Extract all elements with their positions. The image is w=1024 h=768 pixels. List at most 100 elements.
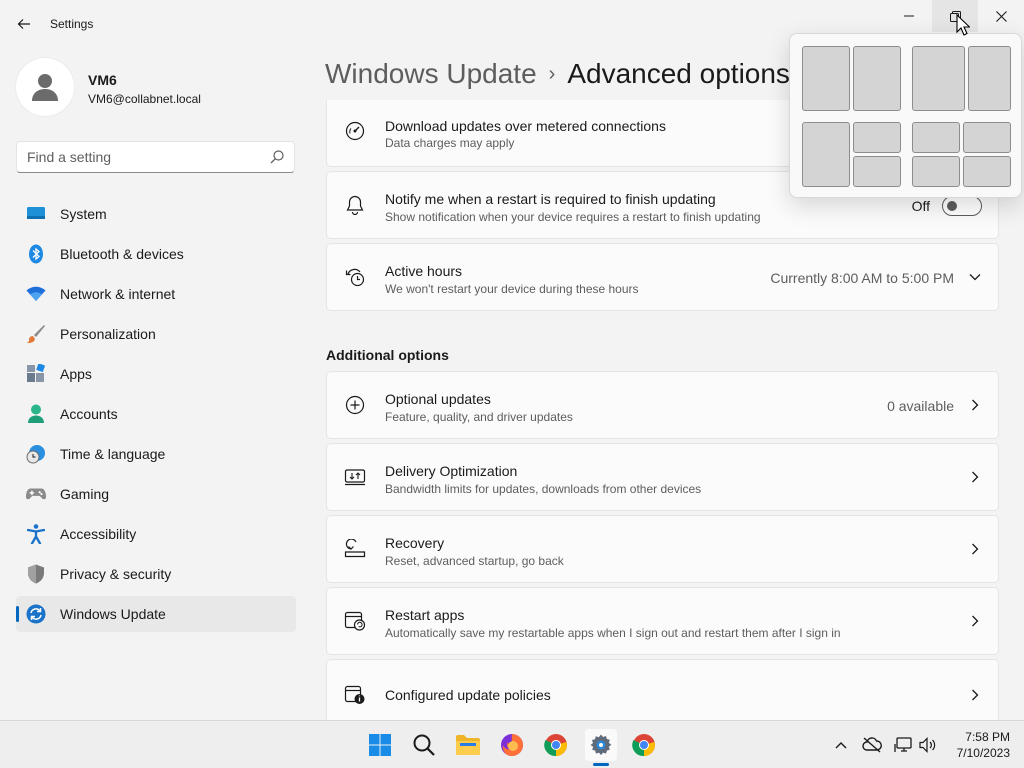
plus-circle-icon bbox=[344, 394, 366, 416]
card-title: Download updates over metered connection… bbox=[385, 118, 666, 134]
back-button[interactable] bbox=[10, 10, 38, 38]
snap-zone[interactable] bbox=[853, 122, 901, 153]
section-title-additional-options: Additional options bbox=[326, 347, 449, 363]
search-icon bbox=[413, 734, 435, 756]
optional-updates-item[interactable]: Optional updates Feature, quality, and d… bbox=[326, 371, 999, 439]
search-box[interactable] bbox=[16, 141, 295, 173]
sidebar-item-label: System bbox=[60, 206, 107, 222]
restart-apps-item[interactable]: Restart apps Automatically save my resta… bbox=[326, 587, 999, 655]
bluetooth-icon bbox=[26, 244, 46, 264]
close-icon bbox=[995, 10, 1007, 22]
firefox-button[interactable] bbox=[496, 729, 528, 761]
sidebar-item-accounts[interactable]: Accounts bbox=[16, 396, 296, 432]
configured-update-policies-item[interactable]: Configured update policies bbox=[326, 659, 999, 720]
toggle-knob bbox=[947, 201, 957, 211]
policy-info-icon bbox=[344, 684, 366, 706]
snap-zone[interactable] bbox=[912, 46, 965, 111]
card-title: Restart apps bbox=[385, 607, 465, 623]
delivery-optimization-item[interactable]: Delivery Optimization Bandwidth limits f… bbox=[326, 443, 999, 511]
taskbar: 7:58 PM 7/10/2023 bbox=[0, 720, 1024, 768]
snap-zone[interactable] bbox=[802, 122, 850, 187]
active-hours-setting[interactable]: Active hours We won't restart your devic… bbox=[326, 243, 999, 311]
tray-overflow-button[interactable] bbox=[831, 735, 851, 755]
chevron-right-icon bbox=[966, 612, 984, 630]
clock-date: 7/10/2023 bbox=[956, 746, 1010, 760]
gamepad-icon bbox=[26, 484, 46, 504]
card-title: Recovery bbox=[385, 535, 445, 551]
restart-notify-toggle[interactable] bbox=[942, 196, 982, 216]
sidebar-item-label: Privacy & security bbox=[60, 566, 172, 582]
snap-zone[interactable] bbox=[912, 122, 960, 153]
accessibility-icon bbox=[26, 524, 46, 544]
snap-layout-halves bbox=[802, 46, 901, 111]
active-app-indicator bbox=[593, 763, 609, 766]
snap-zone[interactable] bbox=[853, 156, 901, 187]
minimize-icon bbox=[904, 15, 914, 17]
update-icon bbox=[26, 604, 46, 624]
profile-name: VM6 bbox=[88, 72, 117, 88]
snap-zone[interactable] bbox=[963, 156, 1011, 187]
snap-zone[interactable] bbox=[963, 122, 1011, 153]
apps-icon bbox=[26, 364, 46, 384]
system-icon bbox=[26, 204, 46, 224]
sidebar-item-personalization[interactable]: Personalization bbox=[16, 316, 296, 352]
network-tray-button[interactable] bbox=[894, 735, 914, 755]
sidebar-item-privacy[interactable]: Privacy & security bbox=[16, 556, 296, 592]
restart-apps-icon bbox=[344, 610, 366, 632]
sidebar-item-label: Accessibility bbox=[60, 526, 137, 542]
taskbar-clock[interactable]: 7:58 PM 7/10/2023 bbox=[957, 729, 1010, 761]
sidebar-item-windows-update[interactable]: Windows Update bbox=[16, 596, 296, 632]
snap-zone[interactable] bbox=[802, 46, 850, 111]
snap-zone[interactable] bbox=[912, 156, 960, 187]
gauge-icon bbox=[344, 120, 366, 142]
sidebar-item-label: Windows Update bbox=[60, 606, 166, 622]
active-hours-icon bbox=[344, 266, 366, 288]
sidebar-item-apps[interactable]: Apps bbox=[16, 356, 296, 392]
card-subtitle: Data charges may apply bbox=[385, 136, 515, 150]
card-title: Delivery Optimization bbox=[385, 463, 518, 479]
shield-icon bbox=[26, 564, 46, 584]
sidebar-item-accessibility[interactable]: Accessibility bbox=[16, 516, 296, 552]
breadcrumb-windows-update[interactable]: Windows Update bbox=[325, 58, 537, 89]
chrome-button-2[interactable] bbox=[628, 729, 660, 761]
card-subtitle: Show notification when your device requi… bbox=[385, 210, 761, 224]
volume-tray-button[interactable] bbox=[918, 735, 938, 755]
sidebar-item-network[interactable]: Network & internet bbox=[16, 276, 296, 312]
chrome-icon bbox=[632, 734, 655, 757]
card-title: Notify me when a restart is required to … bbox=[385, 191, 716, 207]
snap-layout-two-thirds bbox=[912, 46, 1011, 111]
recovery-item[interactable]: Recovery Reset, advanced startup, go bac… bbox=[326, 515, 999, 583]
sidebar-item-time-language[interactable]: Time & language bbox=[16, 436, 296, 472]
snap-zone[interactable] bbox=[968, 46, 1011, 111]
sidebar-item-system[interactable]: System bbox=[16, 196, 296, 232]
snap-layouts-flyout bbox=[789, 33, 1022, 198]
snap-layout-main-plus-two bbox=[802, 122, 901, 187]
sidebar-item-bluetooth[interactable]: Bluetooth & devices bbox=[16, 236, 296, 272]
settings-taskbar-button[interactable] bbox=[585, 729, 617, 761]
sidebar-item-gaming[interactable]: Gaming bbox=[16, 476, 296, 512]
delivery-icon bbox=[344, 466, 366, 488]
cloud-offline-icon bbox=[862, 737, 882, 753]
start-button[interactable] bbox=[364, 729, 396, 761]
chrome-button[interactable] bbox=[540, 729, 572, 761]
globe-clock-icon bbox=[26, 444, 46, 464]
sidebar-item-label: Apps bbox=[60, 366, 92, 382]
search-icon[interactable] bbox=[270, 150, 284, 164]
search-input[interactable] bbox=[27, 149, 257, 165]
card-title: Configured update policies bbox=[385, 687, 551, 703]
person-icon bbox=[26, 404, 46, 424]
user-profile[interactable]: VM6 VM6@collabnet.local bbox=[16, 58, 296, 118]
network-monitor-icon bbox=[894, 737, 912, 752]
chevron-right-icon bbox=[966, 468, 984, 486]
onedrive-tray-button[interactable] bbox=[862, 735, 882, 755]
close-button[interactable] bbox=[978, 0, 1024, 32]
chevron-up-icon bbox=[835, 742, 847, 749]
chevron-down-icon[interactable] bbox=[966, 268, 984, 286]
minimize-button[interactable] bbox=[886, 0, 932, 32]
file-explorer-button[interactable] bbox=[452, 729, 484, 761]
chevron-right-icon bbox=[966, 540, 984, 558]
snap-zone[interactable] bbox=[853, 46, 901, 111]
recovery-icon bbox=[344, 538, 366, 560]
taskbar-search-button[interactable] bbox=[408, 729, 440, 761]
restore-button[interactable] bbox=[932, 0, 978, 32]
